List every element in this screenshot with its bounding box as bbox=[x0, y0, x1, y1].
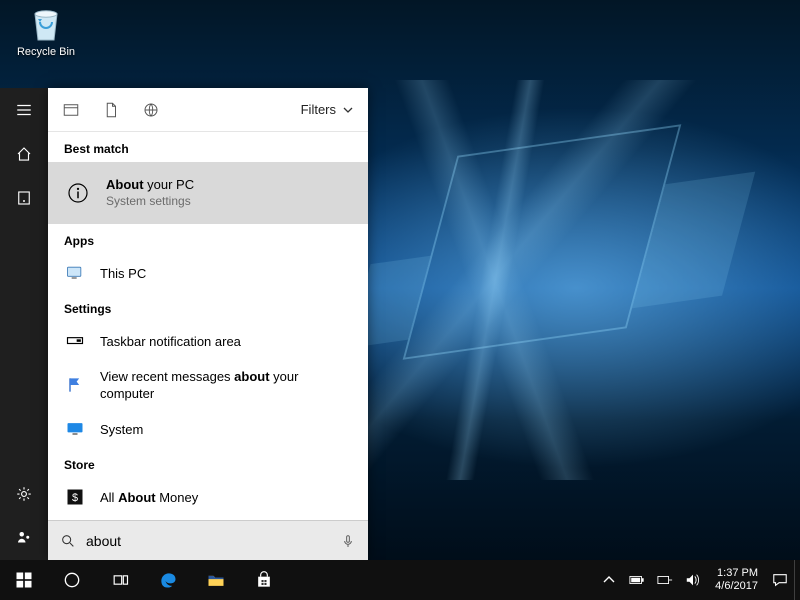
chevron-down-icon bbox=[342, 104, 354, 116]
rail-menu-button[interactable] bbox=[0, 88, 48, 132]
tray-volume[interactable] bbox=[679, 560, 707, 600]
task-view-icon bbox=[110, 570, 130, 590]
taskbar-clock[interactable]: 1:37 PM 4/6/2017 bbox=[707, 567, 766, 593]
notification-icon bbox=[772, 572, 788, 588]
recycle-bin-icon bbox=[26, 4, 66, 44]
taskbar-edge[interactable] bbox=[144, 560, 192, 600]
search-panel: Filters Best match About your PC System … bbox=[48, 88, 368, 560]
store-heading: Store bbox=[48, 448, 368, 478]
best-match-heading: Best match bbox=[48, 132, 368, 162]
filters-button[interactable]: Filters bbox=[301, 102, 354, 117]
rail-home-button[interactable] bbox=[0, 132, 48, 176]
notification-area-icon bbox=[64, 330, 86, 352]
settings-heading: Settings bbox=[48, 292, 368, 322]
windows-logo-icon bbox=[14, 570, 34, 590]
result-label: View recent messages about your computer bbox=[100, 368, 352, 402]
rail-settings-button[interactable] bbox=[0, 472, 48, 516]
search-input[interactable] bbox=[86, 533, 330, 549]
result-label: System bbox=[100, 421, 352, 438]
svg-text:$: $ bbox=[72, 492, 78, 504]
search-icon bbox=[60, 533, 76, 549]
search-scope-tabs: Filters bbox=[48, 88, 368, 132]
tray-overflow[interactable] bbox=[595, 560, 623, 600]
info-icon bbox=[64, 179, 92, 207]
document-icon bbox=[102, 101, 120, 119]
person-icon bbox=[15, 529, 33, 547]
result-label: About your PC System settings bbox=[106, 176, 352, 210]
chevron-up-icon bbox=[601, 572, 617, 588]
globe-icon bbox=[142, 101, 160, 119]
result-view-recent-messages[interactable]: View recent messages about your computer bbox=[48, 360, 368, 410]
money-app-icon: $ bbox=[64, 486, 86, 508]
search-nav-rail bbox=[0, 88, 48, 560]
taskbar-file-explorer[interactable] bbox=[192, 560, 240, 600]
apps-heading: Apps bbox=[48, 224, 368, 254]
result-this-pc[interactable]: This PC bbox=[48, 254, 368, 292]
scope-documents-tab[interactable] bbox=[102, 101, 120, 119]
scope-web-tab[interactable] bbox=[142, 101, 160, 119]
tray-network[interactable] bbox=[651, 560, 679, 600]
action-center-button[interactable] bbox=[766, 560, 794, 600]
cortana-icon bbox=[62, 570, 82, 590]
recycle-bin-label: Recycle Bin bbox=[17, 46, 75, 58]
show-desktop-button[interactable] bbox=[794, 560, 800, 600]
result-label: All About Money bbox=[100, 489, 352, 506]
task-view-button[interactable] bbox=[96, 560, 144, 600]
rail-feedback-button[interactable] bbox=[0, 516, 48, 560]
window-icon bbox=[62, 101, 80, 119]
start-button[interactable] bbox=[0, 560, 48, 600]
folder-icon bbox=[206, 570, 226, 590]
clock-time: 1:37 PM bbox=[715, 567, 758, 580]
speaker-icon bbox=[685, 572, 701, 588]
system-monitor-icon bbox=[64, 418, 86, 440]
taskbar-store[interactable] bbox=[240, 560, 288, 600]
network-icon bbox=[657, 572, 673, 588]
recycle-bin-desktop-icon[interactable]: Recycle Bin bbox=[14, 4, 78, 58]
result-label: Taskbar notification area bbox=[100, 333, 352, 350]
scope-apps-tab[interactable] bbox=[62, 101, 80, 119]
result-all-about-money[interactable]: $ All About Money bbox=[48, 478, 368, 516]
home-icon bbox=[15, 145, 33, 163]
rail-apps-button[interactable] bbox=[0, 176, 48, 220]
tray-battery[interactable] bbox=[623, 560, 651, 600]
store-icon bbox=[254, 570, 274, 590]
flag-icon bbox=[64, 374, 86, 396]
taskbar: 1:37 PM 4/6/2017 bbox=[0, 560, 800, 600]
edge-icon bbox=[158, 570, 178, 590]
hamburger-icon bbox=[15, 101, 33, 119]
result-label: This PC bbox=[100, 265, 352, 282]
search-results: Best match About your PC System settings… bbox=[48, 132, 368, 520]
apps-list-icon bbox=[15, 189, 33, 207]
cortana-button[interactable] bbox=[48, 560, 96, 600]
search-input-row bbox=[48, 520, 368, 560]
gear-icon bbox=[15, 485, 33, 503]
this-pc-icon bbox=[64, 262, 86, 284]
clock-date: 4/6/2017 bbox=[715, 580, 758, 593]
filters-label: Filters bbox=[301, 102, 336, 117]
result-taskbar-notification-area[interactable]: Taskbar notification area bbox=[48, 322, 368, 360]
battery-icon bbox=[629, 572, 645, 588]
result-system[interactable]: System bbox=[48, 410, 368, 448]
microphone-icon[interactable] bbox=[340, 533, 356, 549]
result-about-your-pc[interactable]: About your PC System settings bbox=[48, 162, 368, 224]
taskbar-tray: 1:37 PM 4/6/2017 bbox=[595, 560, 800, 600]
